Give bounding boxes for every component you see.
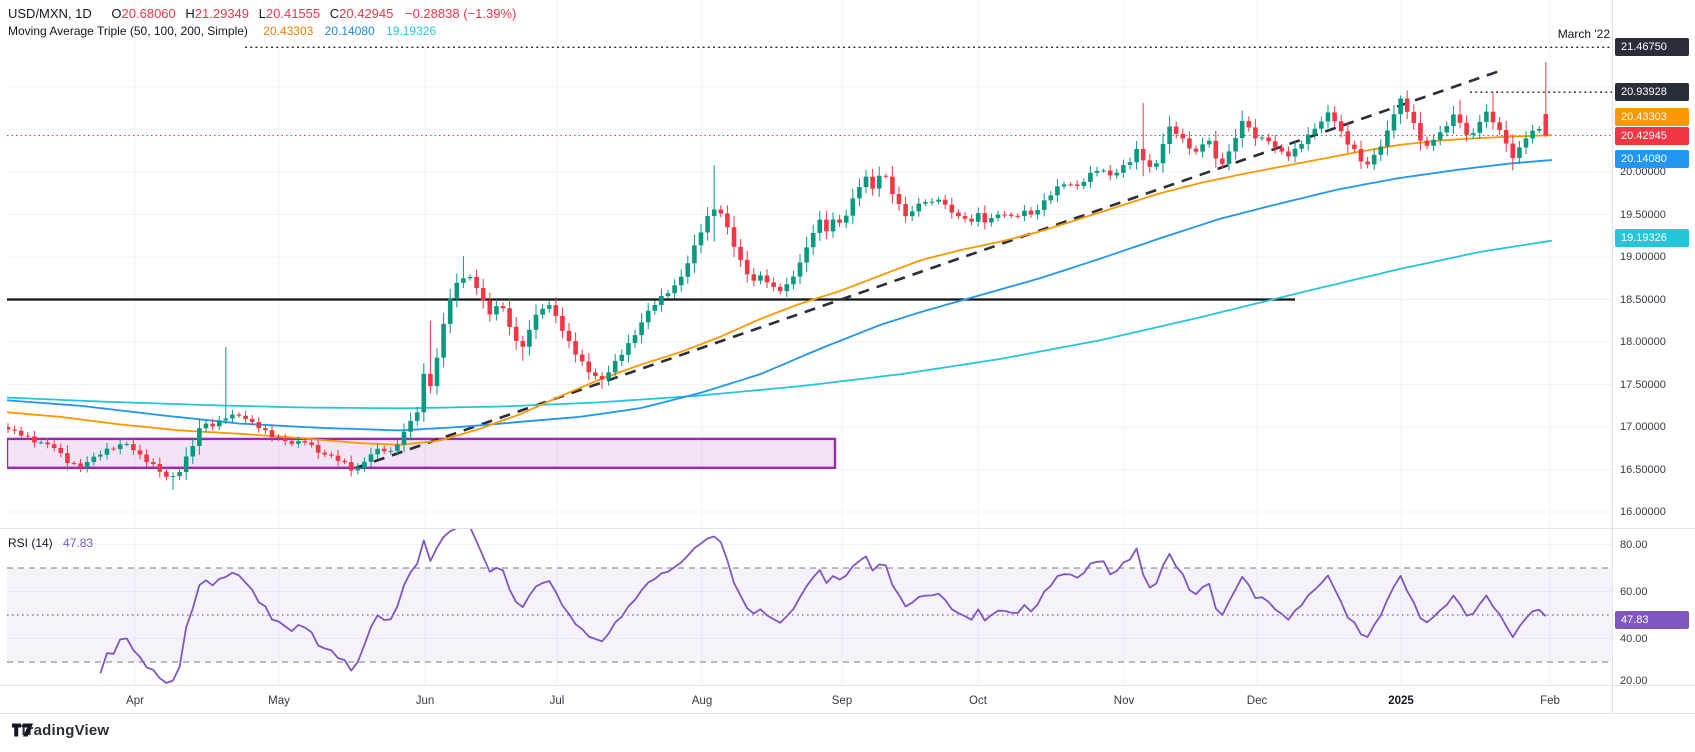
sma-50-line[interactable] [0,135,1552,445]
price-scale-label-17.50000: 17.50000 [1620,379,1666,391]
price-badge-20.42945: 20.42945 [1615,127,1689,145]
symbol-legend[interactable]: USD/MXN, 1D O20.68060 H21.29349 L20.4155… [8,6,516,21]
pane-separator[interactable] [0,528,1695,529]
chart-window: USD/MXN, 1D O20.68060 H21.29349 L20.4155… [0,0,1695,752]
rsi-scale-label-60.00: 60.00 [1620,586,1648,598]
time-axis-label-Sep: Sep [832,695,852,707]
open-value: 20.68060 [122,6,176,21]
tradingview-logo-icon [12,722,34,738]
price-scale-border [1612,0,1613,713]
rsi-title: RSI (14) [8,536,53,550]
ma200-value: 19.19326 [386,24,436,38]
chart-canvas[interactable] [0,0,1695,752]
price-scale-label-18.00000: 18.00000 [1620,336,1666,348]
sma-100-line[interactable] [0,160,1552,430]
time-axis-label-2025: 2025 [1388,695,1414,707]
ma100-value: 20.14080 [325,24,375,38]
candles-layer[interactable] [6,62,1548,490]
time-axis-label-Nov: Nov [1114,695,1134,707]
rsi-pane[interactable] [7,527,1612,683]
sma-200-line[interactable] [0,241,1552,409]
rsi-scale-label-80.00: 80.00 [1620,539,1648,551]
time-axis-label-Feb: Feb [1540,695,1560,707]
close-label: C [330,6,339,21]
rsi-badge: 47.83 [1615,611,1689,629]
symbol-title: USD/MXN, 1D [8,6,92,21]
price-pane[interactable] [0,47,1612,490]
price-scale-label-16.00000: 16.00000 [1620,506,1666,518]
open-label: O [111,6,121,21]
close-value: 20.42945 [339,6,393,21]
rsi-value: 47.83 [63,536,93,550]
time-axis-label-Aug: Aug [692,695,712,707]
indicator-legend[interactable]: Moving Average Triple (50, 100, 200, Sim… [8,24,436,38]
high-label: H [185,6,194,21]
march22-annotation: March '22 [1495,27,1610,41]
rsi-legend[interactable]: RSI (14) 47.83 [8,536,93,550]
price-badge-20.14080: 20.14080 [1615,150,1689,168]
change-value: −0.28838 (−1.39%) [405,6,516,21]
time-axis-label-May: May [268,695,290,707]
rsi-scale-label-40.00: 40.00 [1620,633,1648,645]
high-value: 21.29349 [195,6,249,21]
time-axis-label-Apr: Apr [126,695,144,707]
price-scale-label-19.50000: 19.50000 [1620,209,1666,221]
price-scale-label-19.00000: 19.00000 [1620,251,1666,263]
time-axis-label-Jul: Jul [550,695,565,707]
time-axis-label-Oct: Oct [969,695,987,707]
chart-bottom-border [0,713,1695,714]
low-label: L [259,6,266,21]
price-scale-label-16.50000: 16.50000 [1620,464,1666,476]
trendline-dashed[interactable] [356,71,1500,468]
price-scale-label-18.50000: 18.50000 [1620,294,1666,306]
low-value: 20.41555 [266,6,320,21]
price-badge-20.93928: 20.93928 [1615,83,1689,101]
time-axis-label-Dec: Dec [1247,695,1267,707]
time-axis-border [0,685,1695,686]
rsi-scale-label-20.00: 20.00 [1620,675,1648,687]
price-badge-21.46750: 21.46750 [1615,38,1689,56]
price-badge-19.19326: 19.19326 [1615,229,1689,247]
tradingview-attribution[interactable]: TradingView [12,722,109,739]
time-axis-label-Jun: Jun [416,695,435,707]
ma50-value: 20.43303 [263,24,313,38]
price-scale-label-17.00000: 17.00000 [1620,421,1666,433]
indicator-title: Moving Average Triple (50, 100, 200, Sim… [8,24,248,38]
price-badge-20.43303: 20.43303 [1615,108,1689,126]
